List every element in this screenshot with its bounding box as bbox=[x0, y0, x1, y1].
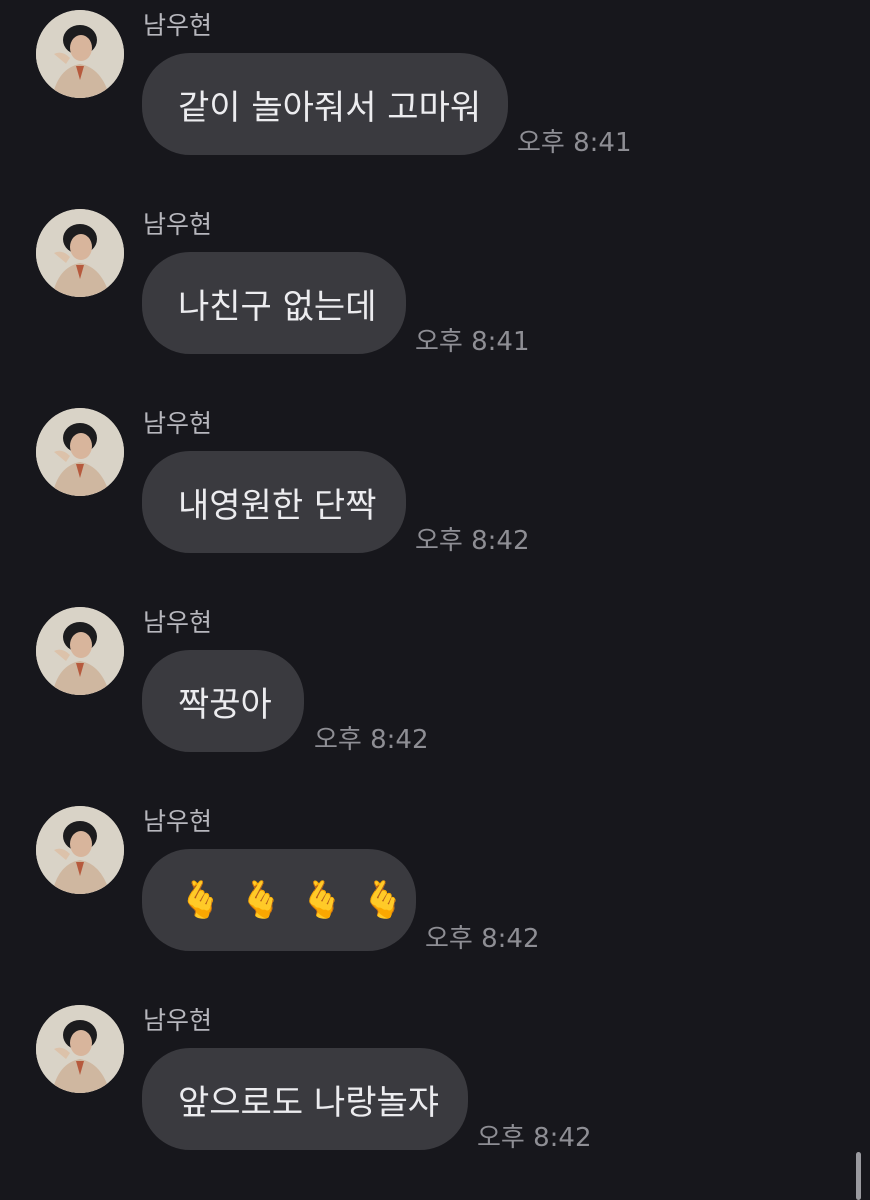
finger-heart-icon: 🫰 bbox=[238, 880, 284, 921]
chat-message: 남우현 나친구 없는데 오후 8:41 bbox=[0, 199, 870, 398]
message-bubble[interactable]: 앞으로도 나랑놀쟈 bbox=[142, 1048, 468, 1150]
message-timestamp: 오후 8:42 bbox=[477, 1123, 592, 1153]
avatar[interactable] bbox=[36, 1005, 124, 1093]
message-text: 같이 놀아줘서 고마워 bbox=[178, 87, 482, 128]
message-bubble[interactable]: 짝꿍아 bbox=[142, 650, 304, 752]
message-text: 나친구 없는데 bbox=[178, 286, 377, 327]
avatar[interactable] bbox=[36, 806, 124, 894]
finger-heart-icon: 🫰 bbox=[360, 880, 406, 921]
scrollbar[interactable] bbox=[856, 1152, 861, 1200]
emoji-row: 🫰 🫰 🫰 🫰 bbox=[178, 879, 405, 921]
message-text: 짝꿍아 bbox=[178, 684, 272, 725]
sender-name: 남우현 bbox=[143, 210, 213, 239]
sender-name: 남우현 bbox=[143, 1006, 213, 1035]
finger-heart-icon: 🫰 bbox=[178, 880, 223, 921]
sender-name: 남우현 bbox=[143, 608, 213, 637]
avatar[interactable] bbox=[36, 10, 124, 98]
message-text: 내영원한 단짝 bbox=[178, 485, 377, 526]
message-bubble[interactable]: 같이 놀아줘서 고마워 bbox=[142, 53, 508, 155]
message-timestamp: 오후 8:42 bbox=[415, 526, 530, 556]
message-timestamp: 오후 8:42 bbox=[425, 924, 540, 954]
chat-message: 남우현 내영원한 단짝 오후 8:42 bbox=[0, 398, 870, 597]
message-timestamp: 오후 8:41 bbox=[415, 327, 530, 357]
message-bubble[interactable]: 나친구 없는데 bbox=[142, 252, 406, 354]
finger-heart-icon: 🫰 bbox=[299, 880, 345, 921]
message-timestamp: 오후 8:42 bbox=[314, 725, 429, 755]
avatar[interactable] bbox=[36, 607, 124, 695]
message-bubble[interactable]: 🫰 🫰 🫰 🫰 bbox=[142, 849, 416, 951]
avatar[interactable] bbox=[36, 209, 124, 297]
message-timestamp: 오후 8:41 bbox=[517, 128, 632, 158]
avatar[interactable] bbox=[36, 408, 124, 496]
chat-thread[interactable]: 남우현 같이 놀아줘서 고마워 오후 8:41 남우현 나친구 없는데 오후 8… bbox=[0, 0, 870, 1200]
chat-message: 남우현 짝꿍아 오후 8:42 bbox=[0, 597, 870, 796]
chat-message: 남우현 같이 놀아줘서 고마워 오후 8:41 bbox=[0, 0, 870, 199]
chat-message: 남우현 🫰 🫰 🫰 🫰 오후 8:42 bbox=[0, 796, 870, 995]
sender-name: 남우현 bbox=[143, 409, 213, 438]
chat-message: 남우현 앞으로도 나랑놀쟈 오후 8:42 bbox=[0, 995, 870, 1194]
sender-name: 남우현 bbox=[143, 11, 213, 40]
message-bubble[interactable]: 내영원한 단짝 bbox=[142, 451, 406, 553]
sender-name: 남우현 bbox=[143, 807, 213, 836]
message-text: 앞으로도 나랑놀쟈 bbox=[178, 1082, 440, 1123]
